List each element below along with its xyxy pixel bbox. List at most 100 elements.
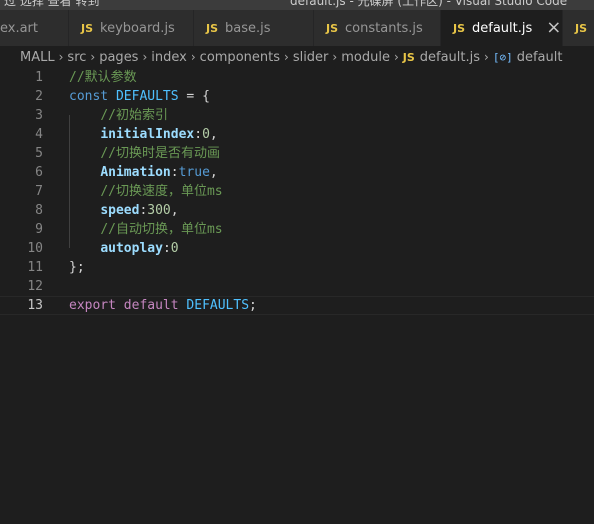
code-token: default: [123, 298, 187, 313]
breadcrumb-item[interactable]: src: [67, 50, 86, 65]
code-line[interactable]: 9 //自动切换，单位ms: [0, 220, 594, 239]
tab-overflow-js[interactable]: JS: [563, 10, 594, 46]
code-line[interactable]: 12: [0, 277, 594, 296]
variable-symbol-icon: [⊘]: [492, 50, 513, 64]
tab-base-js[interactable]: JS base.js: [194, 10, 314, 46]
breadcrumb-item[interactable]: MALL: [20, 50, 55, 65]
code-token: true: [178, 165, 210, 180]
tab-label: constants.js: [345, 20, 423, 36]
line-number: 4: [35, 127, 43, 142]
chevron-right-icon: ›: [393, 50, 399, 64]
breadcrumb-item[interactable]: index: [151, 50, 187, 65]
code-line[interactable]: 6 Animation:true,: [0, 163, 594, 182]
code-token: autoplay: [100, 241, 163, 256]
menu-bar-text[interactable]: 过 选择 查看 转到: [4, 0, 99, 9]
tab-constants-js[interactable]: JS constants.js: [314, 10, 441, 46]
code-text: //自动切换，单位ms: [69, 220, 222, 239]
code-token: initialIndex: [100, 127, 195, 142]
breadcrumb-item[interactable]: slider: [293, 50, 329, 65]
javascript-file-icon: JS: [575, 21, 588, 35]
chevron-right-icon: ›: [190, 50, 196, 64]
line-number: 5: [35, 146, 43, 161]
code-text: initialIndex:0,: [69, 125, 217, 144]
line-number: 6: [35, 165, 43, 180]
code-text: //初始索引: [69, 106, 168, 125]
code-line[interactable]: 4 initialIndex:0,: [0, 125, 594, 144]
tab-label: keyboard.js: [100, 20, 175, 36]
code-line[interactable]: 1 //默认参数: [0, 68, 594, 87]
code-editor[interactable]: 1//默认参数 2 const DEFAULTS = {3 //初始索引 4 init…: [0, 68, 594, 524]
code-token: :: [170, 165, 179, 180]
code-token: const: [69, 89, 116, 104]
code-token: ,: [170, 203, 179, 218]
chevron-right-icon: ›: [142, 50, 148, 64]
line-number: 7: [35, 184, 43, 199]
tab-label: default.js: [472, 20, 533, 36]
chevron-right-icon: ›: [332, 50, 338, 64]
code-token: 0: [170, 241, 179, 256]
code-token: :: [162, 241, 171, 256]
tab-keyboard-js[interactable]: JS keyboard.js: [69, 10, 194, 46]
code-token: 0: [202, 127, 210, 142]
code-token: //切换速度，单位ms: [100, 184, 223, 199]
code-line[interactable]: 3 //初始索引: [0, 106, 594, 125]
code-line[interactable]: 5 //切换时是否有动画: [0, 144, 594, 163]
tab-default-js[interactable]: JS default.js ×: [441, 10, 563, 46]
breadcrumb-symbol[interactable]: default: [517, 50, 563, 65]
breadcrumb-file[interactable]: default.js: [420, 50, 480, 65]
code-token: = {: [178, 89, 210, 104]
breadcrumb-item[interactable]: components: [200, 50, 280, 65]
code-text: const DEFAULTS = {: [69, 87, 210, 106]
code-text: speed:300,: [69, 201, 179, 220]
line-number: 9: [35, 222, 43, 237]
code-line[interactable]: 13 export default DEFAULTS;: [0, 296, 594, 315]
line-number: 8: [35, 203, 43, 218]
code-token: //初始索引: [100, 108, 168, 123]
code-text: Animation:true,: [69, 163, 217, 182]
code-line[interactable]: 10 autoplay:0: [0, 239, 594, 258]
code-token: speed: [100, 203, 140, 218]
javascript-file-icon: JS: [453, 21, 466, 35]
editor-tab-bar: ex.art JS keyboard.js JS base.js JS cons…: [0, 10, 594, 46]
javascript-file-icon: JS: [81, 21, 94, 35]
indent-guide: [69, 115, 70, 248]
code-line[interactable]: 11};: [0, 258, 594, 277]
javascript-file-icon: JS: [326, 21, 339, 35]
code-text: //切换时是否有动画: [69, 144, 220, 163]
code-token: :: [194, 127, 203, 142]
chevron-right-icon: ›: [90, 50, 96, 64]
tab-label: ex.art: [0, 20, 39, 36]
breadcrumb: MALL › src › pages › index › components …: [0, 46, 594, 68]
breadcrumb-item[interactable]: module: [341, 50, 390, 65]
tab-ex-art[interactable]: ex.art: [0, 10, 69, 46]
line-number: 13: [27, 298, 43, 313]
window-title: default.js - 光碟屏 (工作区) - Visual Studio C…: [290, 0, 568, 8]
code-token: DEFAULTS: [115, 89, 179, 104]
chevron-right-icon: ›: [284, 50, 289, 64]
breadcrumb-item[interactable]: pages: [99, 50, 138, 65]
title-bar: 过 选择 查看 转到 default.js - 光碟屏 (工作区) - Visu…: [0, 0, 594, 10]
tab-label: base.js: [225, 20, 271, 36]
code-text: export default DEFAULTS;: [69, 297, 257, 314]
code-text: autoplay:0: [69, 239, 179, 258]
code-line[interactable]: 8 speed:300,: [0, 201, 594, 220]
close-icon[interactable]: ×: [546, 19, 561, 37]
code-token: //默认参数: [69, 70, 137, 85]
line-number: 3: [35, 108, 43, 123]
javascript-file-icon: JS: [402, 50, 415, 64]
chevron-right-icon: ›: [58, 50, 64, 64]
line-number: 12: [27, 279, 43, 294]
code-token: };: [69, 260, 85, 275]
code-line[interactable]: 2 const DEFAULTS = {: [0, 87, 594, 106]
code-line[interactable]: 7 //切换速度，单位ms: [0, 182, 594, 201]
code-token: ;: [249, 298, 257, 313]
code-token: 300: [147, 203, 171, 218]
chevron-right-icon: ›: [484, 50, 489, 64]
